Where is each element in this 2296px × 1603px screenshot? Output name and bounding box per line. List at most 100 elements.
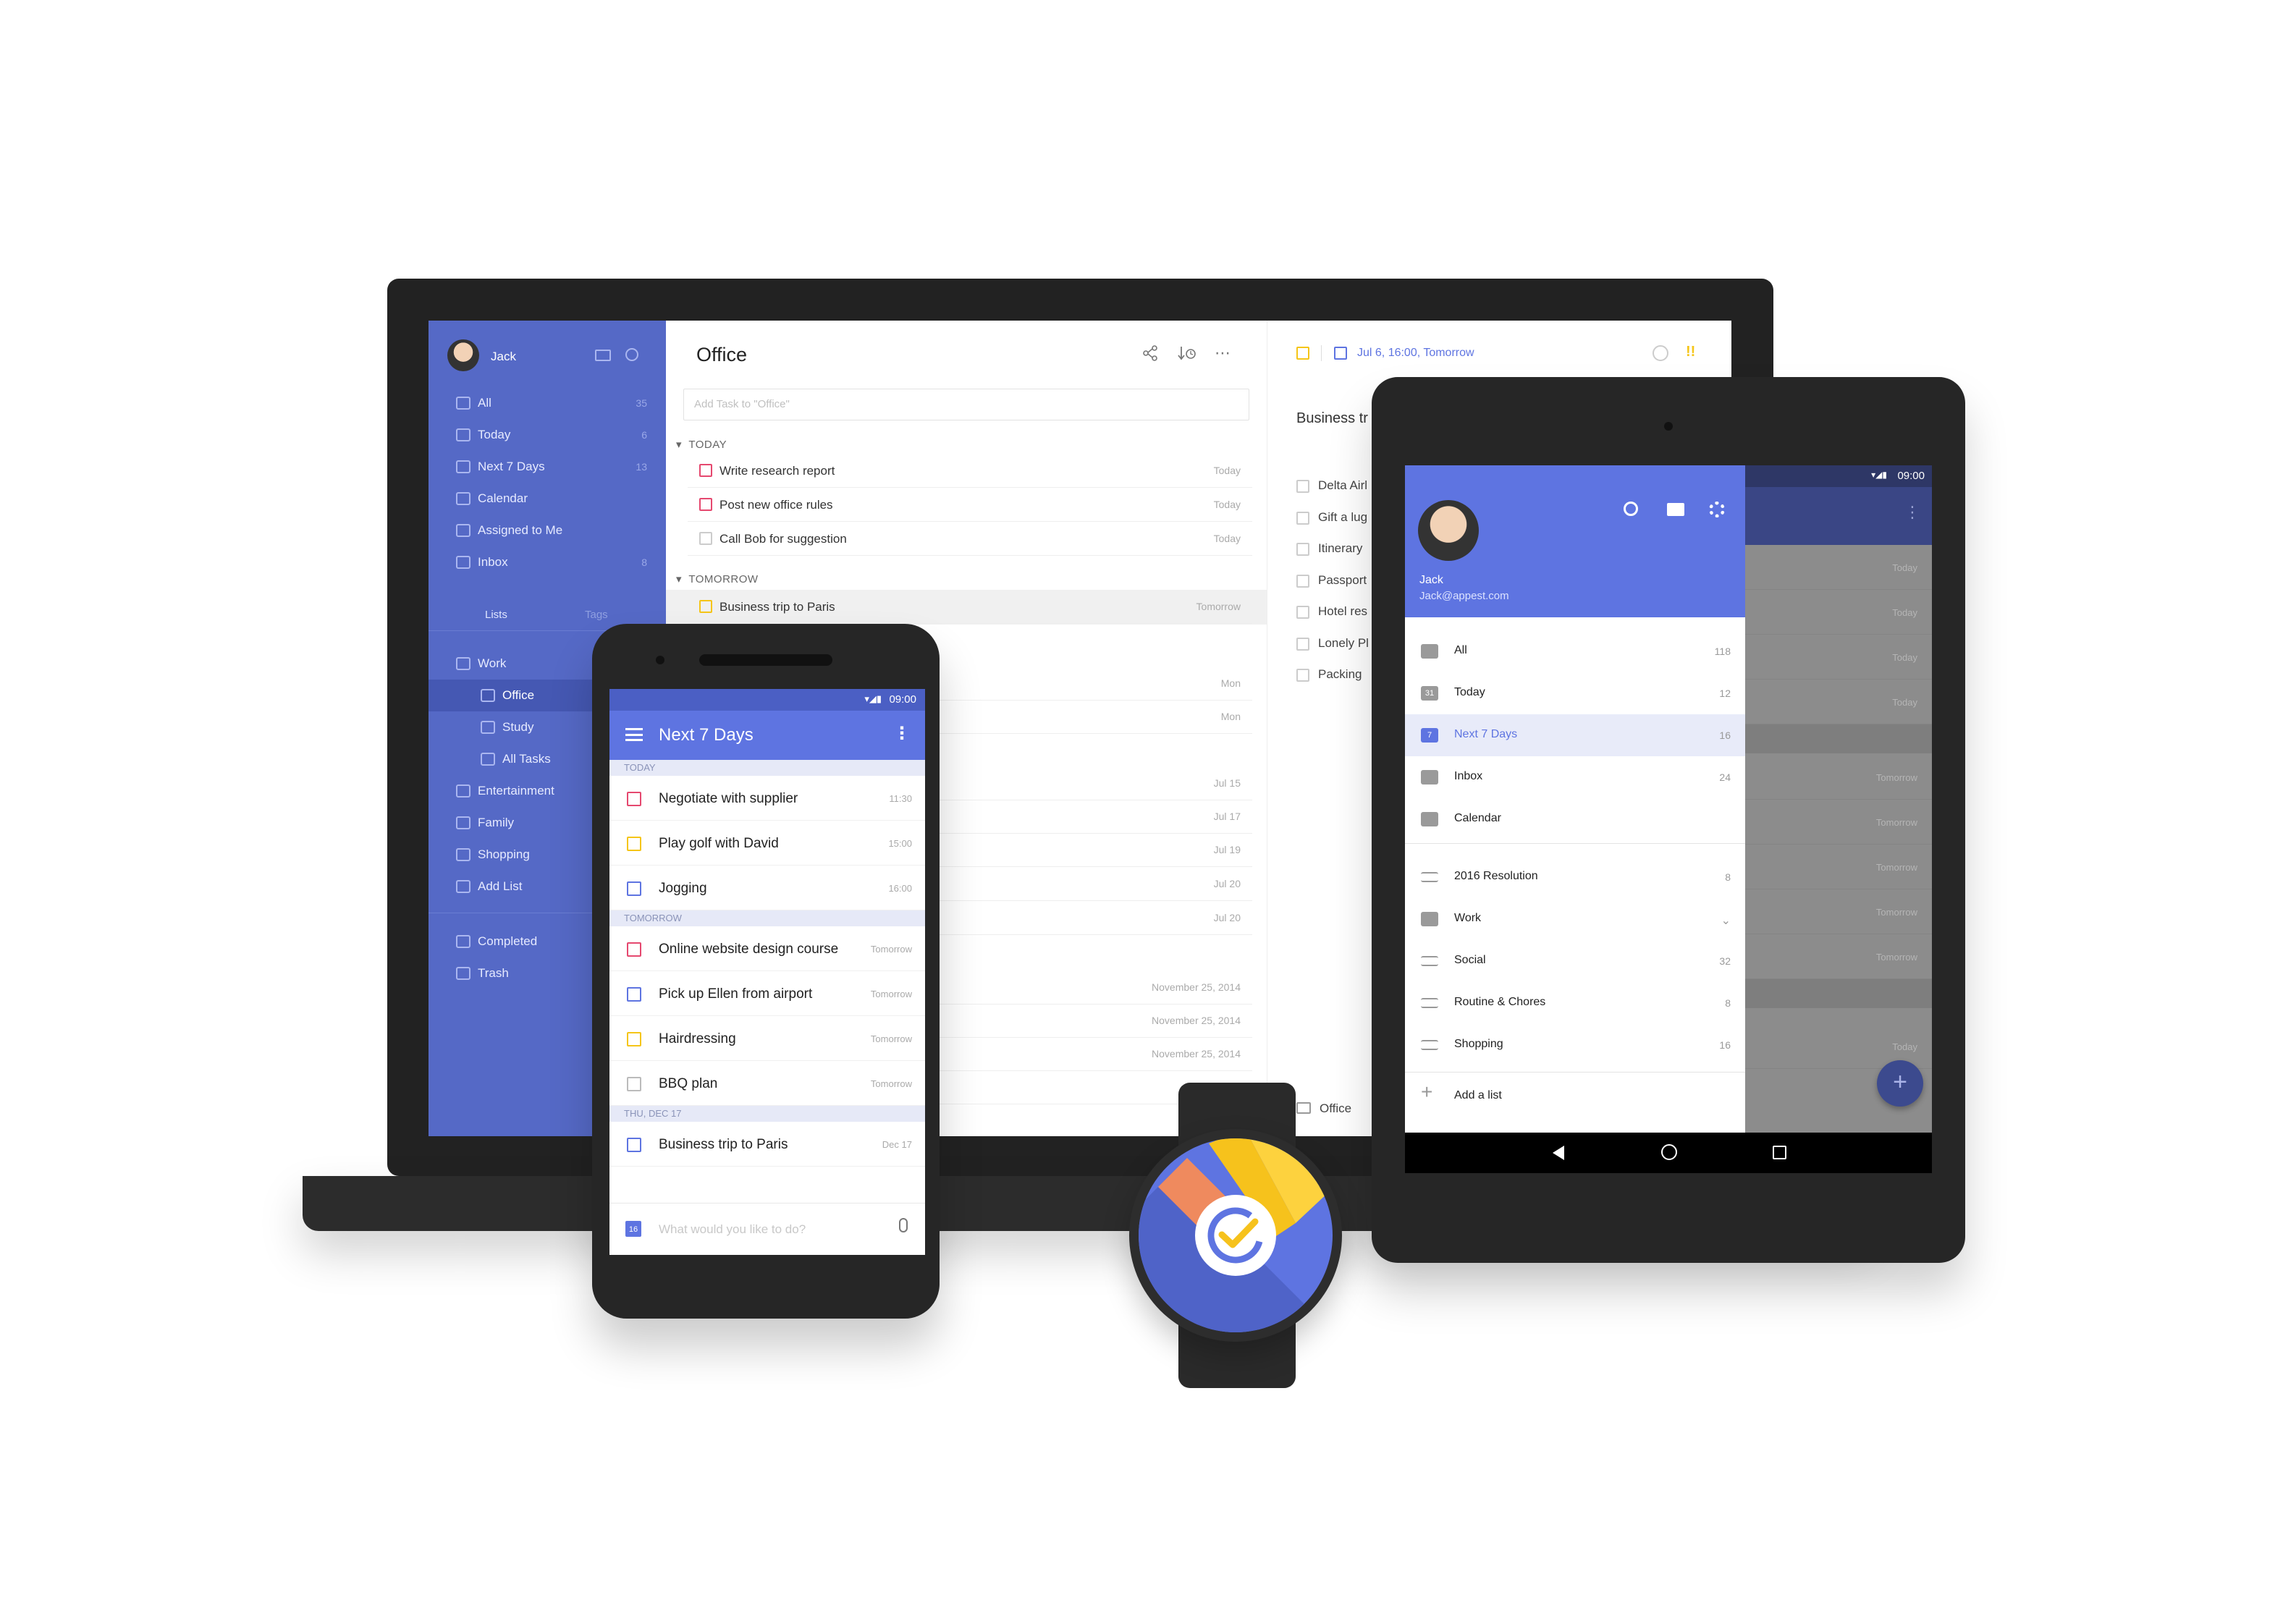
- task-date: Jul 17: [1213, 811, 1241, 822]
- task-row[interactable]: Write research report Today: [688, 454, 1252, 488]
- task-row[interactable]: Business trip to Paris Dec 17: [609, 1122, 925, 1167]
- sidebar-item-next-7-days[interactable]: Next 7 Days 13: [429, 451, 666, 483]
- task-row[interactable]: Negotiate with supplier 11:30: [609, 776, 925, 821]
- sidebar-item-assigned-to-me[interactable]: Assigned to Me: [429, 515, 666, 546]
- menu-icon[interactable]: [625, 728, 643, 741]
- footer-list[interactable]: Office: [1320, 1101, 1351, 1116]
- navigation-drawer: Jack Jack@appest.com All 118 31 Today 12 7 Nex…: [1405, 465, 1745, 1133]
- calendar-icon[interactable]: 16: [625, 1221, 641, 1237]
- folder-icon: [456, 848, 470, 861]
- task-row[interactable]: BBQ plan Tomorrow: [609, 1061, 925, 1106]
- task-checkbox[interactable]: [627, 942, 641, 957]
- checklist-checkbox[interactable]: [1296, 606, 1309, 619]
- due-date[interactable]: Jul 6, 16:00, Tomorrow: [1357, 347, 1474, 360]
- share-icon[interactable]: [1142, 345, 1158, 361]
- settings-icon[interactable]: [1709, 502, 1725, 517]
- task-row[interactable]: Post new office rules Today: [688, 488, 1252, 522]
- sidebar-item-inbox[interactable]: Inbox 8: [429, 546, 666, 578]
- chevron-down-icon[interactable]: ⌄: [1721, 913, 1731, 928]
- section-today[interactable]: ▾ TODAY: [676, 438, 727, 451]
- checklist-checkbox[interactable]: [1296, 543, 1309, 556]
- drawer-item-routine-chores[interactable]: Routine & Chores 8: [1405, 982, 1745, 1024]
- task-checkbox[interactable]: [627, 792, 641, 806]
- task-date: Jul 20: [1213, 878, 1241, 889]
- calendar-icon[interactable]: [1334, 347, 1347, 360]
- mail-icon[interactable]: [1667, 503, 1684, 516]
- task-row[interactable]: Play golf with David 15:00: [609, 821, 925, 866]
- task-checkbox[interactable]: [699, 498, 712, 511]
- more-icon[interactable]: ⋮: [893, 725, 911, 743]
- drawer-item-social[interactable]: Social 32: [1405, 940, 1745, 982]
- drawer-item-calendar[interactable]: Calendar: [1405, 798, 1745, 840]
- sidebar-item-label: Inbox: [478, 555, 508, 569]
- home-icon[interactable]: [1661, 1144, 1677, 1160]
- task-title: Post new office rules: [719, 498, 833, 512]
- task-row[interactable]: Jogging 16:00: [609, 866, 925, 910]
- task-checkbox[interactable]: [699, 532, 712, 545]
- search-icon[interactable]: [1624, 502, 1638, 516]
- quick-add-input[interactable]: What would you like to do?: [659, 1222, 806, 1237]
- drawer-item-label: Work: [1454, 912, 1482, 924]
- drawer-item-all[interactable]: All 118: [1405, 630, 1745, 672]
- drawer-item-inbox[interactable]: Inbox 24: [1405, 756, 1745, 798]
- more-icon[interactable]: ⋮: [1904, 504, 1920, 520]
- task-checkbox[interactable]: [627, 881, 641, 896]
- search-icon[interactable]: [625, 348, 638, 361]
- microphone-icon[interactable]: [899, 1218, 908, 1232]
- task-checkbox[interactable]: [627, 1077, 641, 1091]
- add-icon[interactable]: +: [1421, 1080, 1432, 1104]
- drawer-item-next-7-days[interactable]: 7 Next 7 Days 16: [1405, 714, 1745, 756]
- checklist-checkbox[interactable]: [1296, 480, 1309, 493]
- sidebar-item-label: Entertainment: [478, 784, 554, 798]
- page-title: Next 7 Days: [659, 725, 754, 745]
- checklist-checkbox[interactable]: [1296, 511, 1309, 525]
- more-icon[interactable]: ⋯: [1215, 345, 1231, 361]
- sidebar-item-today[interactable]: Today 6: [429, 419, 666, 451]
- assignee-icon[interactable]: [1653, 345, 1668, 361]
- task-checkbox[interactable]: [627, 987, 641, 1002]
- priority-flag[interactable]: !!: [1686, 344, 1695, 360]
- tab-tags[interactable]: Tags: [585, 609, 608, 621]
- task-checkbox[interactable]: [627, 1032, 641, 1046]
- task-row[interactable]: Online website design course Tomorrow: [609, 926, 925, 971]
- drawer-item-shopping[interactable]: Shopping 16: [1405, 1024, 1745, 1066]
- recents-icon[interactable]: [1773, 1146, 1786, 1159]
- task-row[interactable]: Call Bob for suggestion Today: [688, 522, 1252, 556]
- task-row: Tomorrow: [1745, 845, 1932, 889]
- checklist-checkbox[interactable]: [1296, 669, 1309, 682]
- task-row[interactable]: Pick up Ellen from airport Tomorrow: [609, 971, 925, 1016]
- priority-checkbox[interactable]: [1296, 347, 1309, 360]
- sort-icon[interactable]: [1177, 345, 1197, 361]
- task-date: Tomorrow: [1875, 817, 1917, 828]
- folder-icon: [456, 816, 470, 829]
- add-task-input[interactable]: Add Task to "Office": [683, 389, 1249, 420]
- item-count: 8: [1725, 871, 1731, 883]
- sidebar-item-calendar[interactable]: Calendar: [429, 483, 666, 515]
- checklist-checkbox[interactable]: [1296, 637, 1309, 651]
- task-date: Tomorrow: [870, 1033, 912, 1044]
- avatar[interactable]: [447, 339, 479, 371]
- sidebar-item-all[interactable]: All 35: [429, 387, 666, 419]
- task-title[interactable]: Business tr: [1296, 410, 1368, 427]
- back-icon[interactable]: [1553, 1146, 1564, 1160]
- avatar[interactable]: [1418, 500, 1479, 561]
- task-row[interactable]: Business trip to Paris Tomorrow: [688, 590, 1252, 624]
- task-checkbox[interactable]: [699, 464, 712, 477]
- tab-lists[interactable]: Lists: [485, 609, 507, 621]
- checklist-checkbox[interactable]: [1296, 574, 1309, 588]
- task-row[interactable]: Hairdressing Tomorrow: [609, 1016, 925, 1061]
- task-checkbox[interactable]: [627, 837, 641, 851]
- task-checkbox[interactable]: [699, 600, 712, 613]
- watch-face[interactable]: [1129, 1129, 1342, 1342]
- task-checkbox[interactable]: [627, 1138, 641, 1152]
- drawer-item-today[interactable]: 31 Today 12: [1405, 672, 1745, 714]
- section-tomorrow[interactable]: ▾ TOMORROW: [676, 572, 759, 585]
- mail-icon[interactable]: [595, 350, 611, 361]
- add-fab[interactable]: +: [1877, 1060, 1923, 1107]
- drawer-item-2016-resolution[interactable]: 2016 Resolution 8: [1405, 856, 1745, 898]
- add-list-button[interactable]: Add a list: [1454, 1089, 1502, 1102]
- task-title: Business trip to Paris: [659, 1137, 788, 1152]
- drawer-item-work[interactable]: Work ⌄: [1405, 898, 1745, 940]
- task-title: Jogging: [659, 881, 707, 896]
- status-time: 09:00: [1897, 470, 1925, 482]
